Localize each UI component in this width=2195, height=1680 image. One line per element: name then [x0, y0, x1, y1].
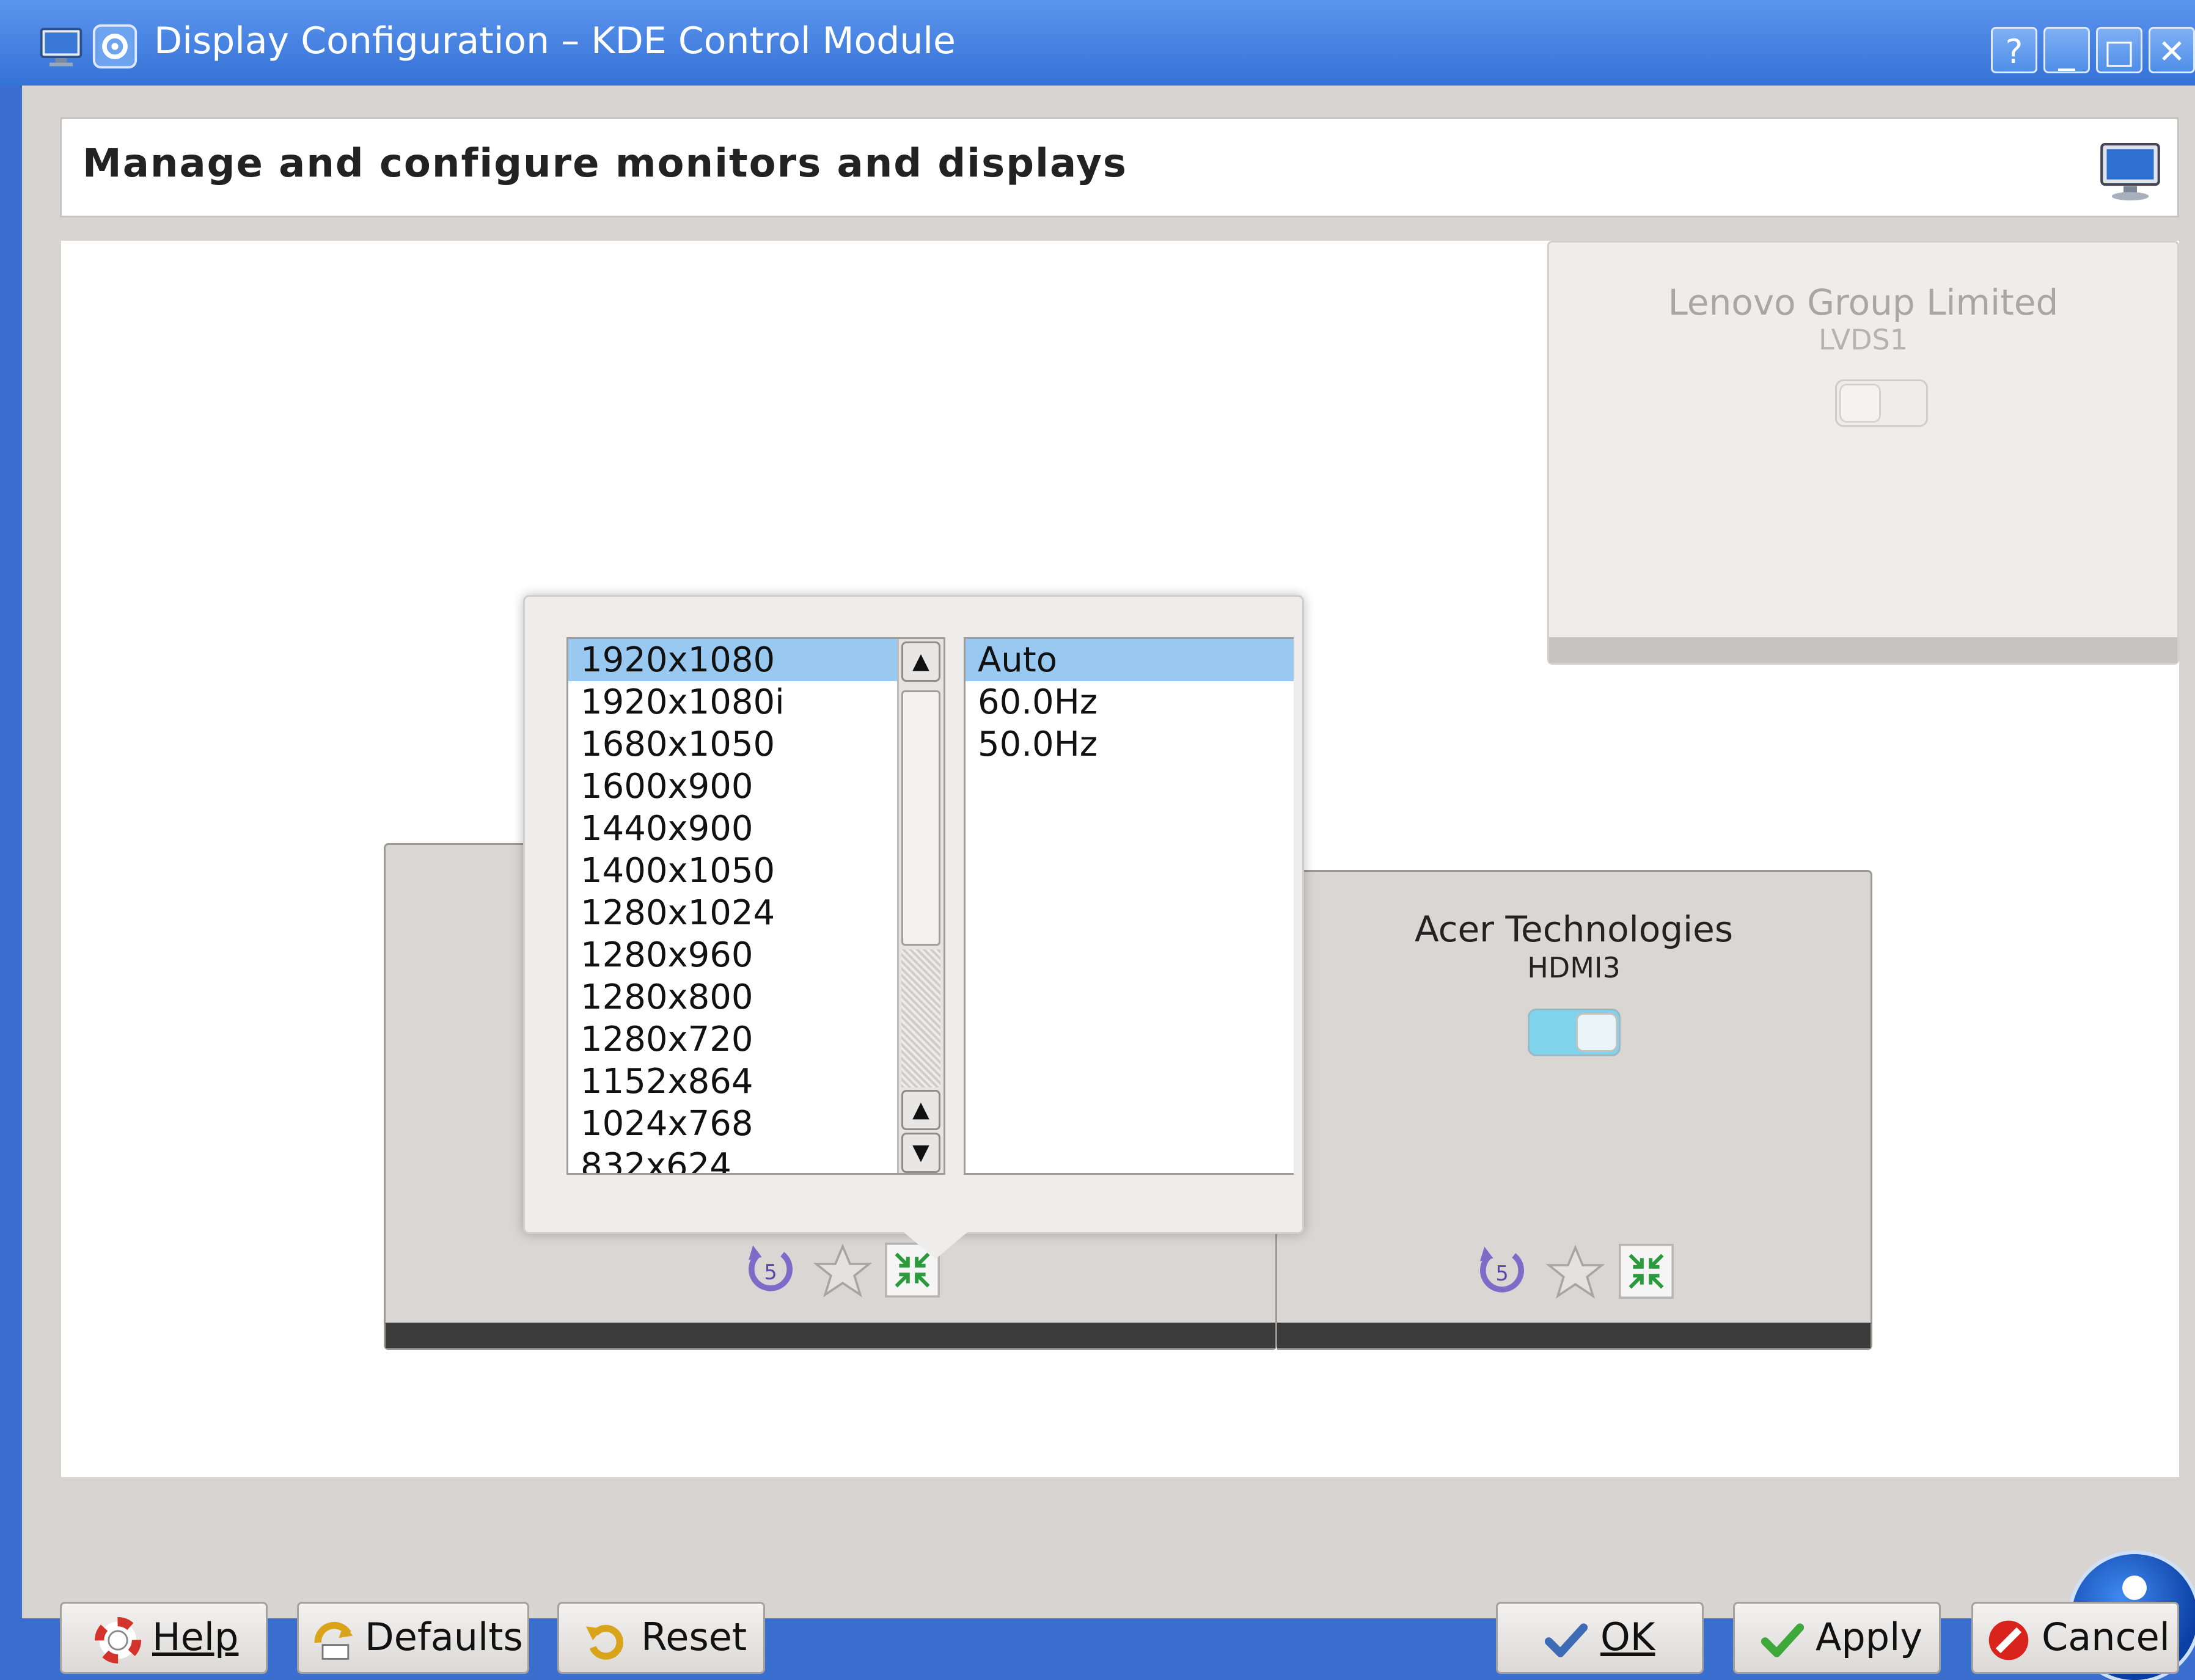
rotate-icon[interactable]: 5	[1473, 1241, 1531, 1299]
window-menu-icon[interactable]	[92, 23, 138, 70]
window-title: Display Configuration – KDE Control Modu…	[154, 20, 956, 62]
scrollbar-thumb[interactable]	[901, 690, 940, 946]
refresh-rate-option[interactable]: Auto	[966, 639, 1294, 681]
output-card-footer	[1549, 637, 2177, 663]
resolution-option[interactable]: 1920x1080	[568, 639, 897, 681]
scroll-up-button[interactable]: ▲	[901, 641, 940, 682]
reset-label: Reset	[641, 1615, 747, 1659]
help-button[interactable]: Help	[60, 1602, 268, 1674]
output-enable-toggle[interactable]	[1835, 379, 1928, 427]
refresh-rate-option[interactable]: 60.0Hz	[966, 681, 1294, 723]
monitor-icon	[2100, 142, 2160, 201]
resolution-option[interactable]: 1920x1080i	[568, 681, 897, 723]
rotate-icon[interactable]: 5	[741, 1240, 800, 1298]
output-vendor: Lenovo Group Limited	[1668, 282, 2059, 323]
resolution-list[interactable]: 1920x1080 1920x1080i 1680x1050 1600x900 1440…	[566, 637, 945, 1175]
resolution-option[interactable]: 1600x900	[568, 765, 897, 808]
svg-text:5: 5	[764, 1260, 777, 1284]
apply-button[interactable]: Apply	[1733, 1602, 1941, 1674]
refresh-rate-list[interactable]: Auto 60.0Hz 50.0Hz	[964, 637, 1294, 1175]
resolution-option[interactable]: 832x624	[568, 1145, 897, 1173]
scroll-up-button-bottom[interactable]: ▲	[901, 1090, 940, 1130]
output-card-hdmi3[interactable]: Acer Technologies HDMI3 5	[1277, 870, 1872, 1350]
svg-text:5: 5	[1495, 1262, 1508, 1285]
output-card-lvds1[interactable]: Lenovo Group Limited LVDS1	[1547, 241, 2179, 665]
resolution-option[interactable]: 1680x1050	[568, 723, 897, 765]
resolution-option[interactable]: 1280x720	[568, 1018, 897, 1061]
help-lifebuoy-icon	[95, 1617, 141, 1664]
output-enable-toggle[interactable]	[1528, 1009, 1621, 1056]
resolution-scrollbar[interactable]: ▲ ▲ ▼	[897, 639, 944, 1173]
defaults-icon	[314, 1621, 353, 1660]
resolution-option[interactable]: 1400x1050	[568, 850, 897, 892]
star-primary-icon[interactable]	[1546, 1243, 1605, 1302]
page-title: Manage and configure monitors and displa…	[82, 141, 1127, 186]
resolution-option[interactable]: 1152x864	[568, 1061, 897, 1103]
resolution-option[interactable]: 1440x900	[568, 808, 897, 850]
star-primary-icon[interactable]	[813, 1242, 872, 1301]
apply-label: Apply	[1816, 1615, 1923, 1659]
output-card-footer	[386, 1323, 1275, 1348]
ok-label: OK	[1600, 1615, 1655, 1659]
help-label: Help	[152, 1615, 239, 1659]
monitor-app-icon	[40, 27, 82, 67]
check-icon	[1544, 1623, 1588, 1657]
close-button[interactable]: ✕	[2149, 27, 2195, 73]
reset-button[interactable]: Reset	[557, 1602, 765, 1674]
display-layout-canvas[interactable]: Lenovo Group Limited LVDS1 5 Acer Techno…	[61, 241, 2195, 1680]
titlebar[interactable]: Display Configuration – KDE Control Modu…	[0, 0, 2195, 86]
output-card-footer	[1277, 1323, 1871, 1348]
resolution-option[interactable]: 1024x768	[568, 1103, 897, 1145]
resolution-popup: 1920x1080 1920x1080i 1680x1050 1600x900 1440…	[523, 595, 1304, 1259]
resolution-option[interactable]: 1280x960	[568, 934, 897, 976]
popup-pointer	[904, 1232, 967, 1259]
refresh-rate-option[interactable]: 50.0Hz	[966, 723, 1294, 765]
fullscreen-icon[interactable]	[1617, 1242, 1676, 1301]
maximize-button[interactable]: □	[2096, 27, 2142, 73]
resolution-option[interactable]: 1280x800	[568, 976, 897, 1018]
check-green-icon	[1761, 1623, 1805, 1657]
scrollbar-track[interactable]	[901, 949, 940, 1087]
kcm-window: Display Configuration – KDE Control Modu…	[0, 0, 2195, 1680]
cancel-icon	[1988, 1620, 2029, 1660]
cancel-button[interactable]: Cancel	[1971, 1602, 2179, 1674]
toggle-knob	[1839, 384, 1881, 423]
module-header: Manage and configure monitors and displa…	[60, 117, 2179, 217]
scroll-down-button[interactable]: ▼	[901, 1133, 940, 1173]
defaults-label: Defaults	[365, 1615, 523, 1659]
help-titlebar-button[interactable]: ?	[1991, 27, 2037, 73]
resolution-option[interactable]: 1280x1024	[568, 892, 897, 934]
client-area: Manage and configure monitors and displa…	[22, 86, 2195, 1680]
reset-icon	[585, 1624, 623, 1660]
ok-button[interactable]: OK	[1496, 1602, 1704, 1674]
output-connector: LVDS1	[1819, 323, 1908, 356]
cancel-label: Cancel	[2042, 1615, 2171, 1659]
output-vendor: Acer Technologies	[1414, 908, 1734, 950]
toggle-knob	[1576, 1013, 1618, 1052]
minimize-button[interactable]: _	[2043, 27, 2090, 73]
defaults-button[interactable]: Defaults	[297, 1602, 529, 1674]
output-connector: HDMI3	[1527, 951, 1621, 984]
